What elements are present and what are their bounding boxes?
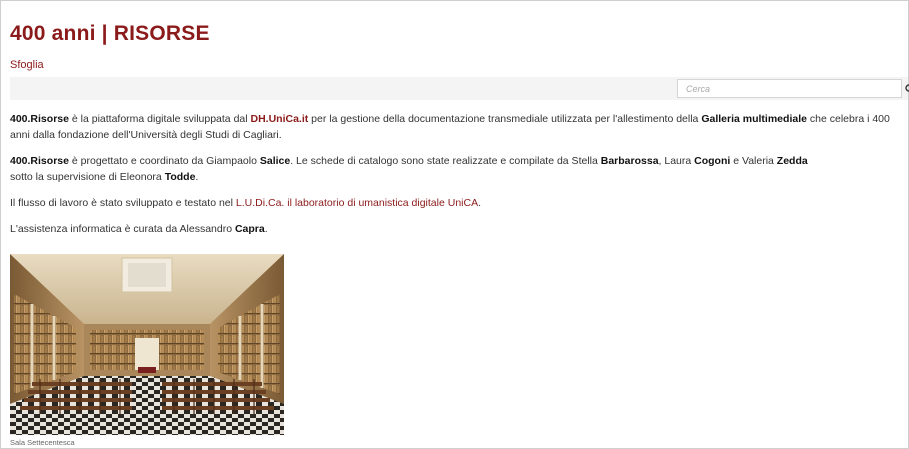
paragraph-text: . Le schede di catalogo sono state reali… <box>290 155 601 167</box>
person-name: Cogoni <box>694 155 731 167</box>
paragraph-text: L'assistenza informatica è curata da Ale… <box>10 223 235 235</box>
ludica-link[interactable]: L.U.Di.Ca. il laboratorio di umanistica … <box>236 197 478 209</box>
person-name: Todde <box>164 171 196 183</box>
intro-paragraph-credits: 400.Risorse è progettato e coordinato da… <box>10 153 890 185</box>
person-name: Capra <box>234 223 265 235</box>
brand-name: 400.Risorse <box>10 113 69 125</box>
intro-content: 400.Risorse è la piattaforma digitale sv… <box>10 111 890 247</box>
nav-link-browse[interactable]: Sfoglia <box>10 59 44 71</box>
paragraph-text: e Valeria <box>730 155 777 167</box>
site-title[interactable]: 400 anni | RISORSE <box>10 22 210 46</box>
intro-paragraph-support: L'assistenza informatica è curata da Ale… <box>10 221 890 237</box>
paragraph-text: è progettato e coordinato da Giampaolo <box>68 155 260 167</box>
paragraph-text: per la gestione della documentazione tra… <box>308 113 702 125</box>
intro-paragraph-platform: 400.Risorse è la piattaforma digitale sv… <box>10 111 890 143</box>
paragraph-text: . <box>264 223 268 235</box>
search-icon <box>905 83 909 92</box>
paragraph-text: Il flusso di lavoro è stato sviluppato e… <box>10 197 236 209</box>
person-name: Barbarossa <box>600 155 659 167</box>
search-input[interactable] <box>677 79 902 98</box>
paragraph-text: . <box>195 171 199 183</box>
person-name: Zedda <box>776 155 808 167</box>
paragraph-text: . <box>478 197 481 209</box>
gallery-name: Galleria multimediale <box>701 113 807 125</box>
search-bar <box>10 77 909 100</box>
paragraph-text: sotto la supervisione di Eleonora <box>10 171 165 183</box>
paragraph-text: , Laura <box>658 155 695 167</box>
person-name: Salice <box>259 155 291 167</box>
photo-caption: Sala Settecentesca <box>10 438 75 447</box>
search-button[interactable] <box>902 79 909 98</box>
paragraph-text: è la piattaforma digitale sviluppata dal <box>68 113 251 125</box>
intro-paragraph-workflow: Il flusso di lavoro è stato sviluppato e… <box>10 195 890 211</box>
library-hall-photo <box>10 254 284 435</box>
dh-unica-link[interactable]: DH.UniCa.it <box>251 113 309 125</box>
brand-name: 400.Risorse <box>10 155 69 167</box>
